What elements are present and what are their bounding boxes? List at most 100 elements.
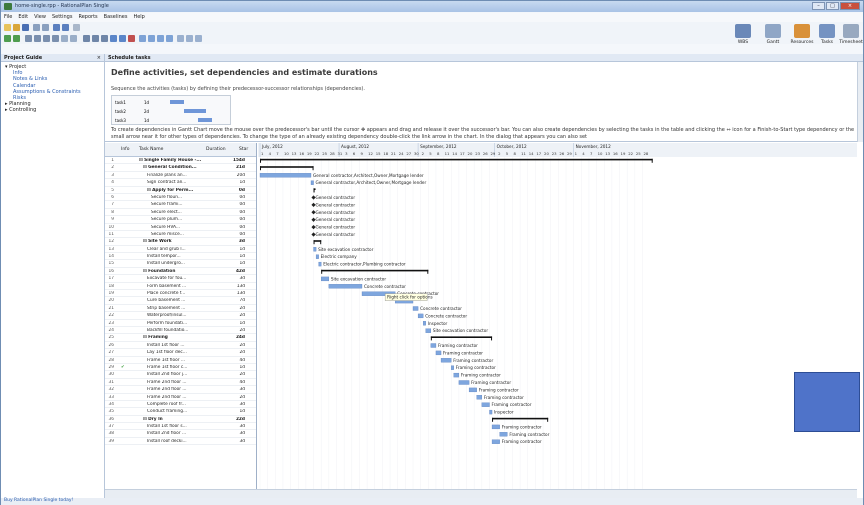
outdent-icon[interactable] xyxy=(13,35,20,42)
task-name-cell[interactable]: ⊟ Single Family House -... xyxy=(139,158,231,163)
export-icon[interactable] xyxy=(73,24,80,31)
task-name-cell[interactable]: Install undergro... xyxy=(139,261,231,266)
table-row[interactable]: 1 ⊟ Single Family House -... 154d xyxy=(105,157,256,165)
col-duration[interactable]: Duration xyxy=(206,147,226,152)
col-task-name[interactable]: Task Name xyxy=(139,147,163,152)
duration-cell[interactable]: 0d xyxy=(231,217,245,222)
task-name-cell[interactable]: Strip basement ... xyxy=(139,306,231,311)
table-row[interactable]: 19 Place concrete f... 13d xyxy=(105,290,256,298)
duration-cell[interactable]: 2d xyxy=(231,350,245,355)
print-icon[interactable] xyxy=(33,24,40,31)
table-row[interactable]: 24 Backfill foundatio... 2d xyxy=(105,327,256,335)
task-name-cell[interactable]: Install 1st floor ... xyxy=(139,343,231,348)
table-row[interactable]: 32 Frame 2nd floor ... 3d xyxy=(105,386,256,394)
duration-cell[interactable]: 7d xyxy=(231,298,245,303)
zoom-out-icon[interactable] xyxy=(148,35,155,42)
duration-cell[interactable]: 1d xyxy=(231,180,245,185)
calendar-icon[interactable] xyxy=(186,35,193,42)
task-name-cell[interactable]: Excavate for fou... xyxy=(139,276,231,281)
task-name-cell[interactable]: ⊟ Framing xyxy=(139,335,231,340)
duration-cell[interactable]: 4d xyxy=(231,358,245,363)
move-up-icon[interactable] xyxy=(43,35,50,42)
duration-cell[interactable]: 0d xyxy=(231,202,245,207)
task-name-cell[interactable]: Install roof decki... xyxy=(139,439,231,444)
task-name-cell[interactable]: Secure frami... xyxy=(139,202,231,207)
task-name-cell[interactable]: Frame 2nd floor ... xyxy=(139,380,231,385)
duration-cell[interactable]: 1d xyxy=(231,409,245,414)
table-row[interactable]: 28 Frame 1st floor ... 4d xyxy=(105,357,256,364)
table-row[interactable]: 17 Excavate for fou... 3d xyxy=(105,275,256,283)
duration-cell[interactable]: 21d xyxy=(231,165,245,170)
task-name-cell[interactable]: Secure floun... xyxy=(139,195,231,200)
table-row[interactable]: 13 Clear and grub l... 1d xyxy=(105,246,256,254)
task-name-cell[interactable]: Form basement ... xyxy=(139,284,231,289)
table-row[interactable]: 33 Frame 2nd floor ... 2d xyxy=(105,394,256,401)
task-name-cell[interactable]: Install 1st floor s... xyxy=(139,424,231,429)
task-name-cell[interactable]: ⊟ General Condition... xyxy=(139,165,231,170)
task-name-cell[interactable]: Secure misce... xyxy=(139,232,231,237)
duration-cell[interactable]: 24d xyxy=(231,335,245,340)
notes-icon[interactable] xyxy=(119,35,126,42)
view-timesheet-button[interactable]: Timesheet xyxy=(838,24,864,52)
table-row[interactable]: 29 Frame 1st floor c... 1d ✔ xyxy=(105,364,256,372)
task-name-cell[interactable]: Cure basement ... xyxy=(139,298,231,303)
task-name-cell[interactable]: Frame 2nd floor ... xyxy=(139,387,231,392)
task-info-icon[interactable] xyxy=(110,35,117,42)
table-row[interactable]: 15 Install undergro... 1d xyxy=(105,260,256,268)
task-name-cell[interactable]: Place concrete f... xyxy=(139,291,231,296)
task-name-cell[interactable]: ⊟ Foundation xyxy=(139,269,231,274)
duration-cell[interactable]: 13d xyxy=(231,284,245,289)
unlink-tasks-icon[interactable] xyxy=(92,35,99,42)
duration-cell[interactable]: 3d xyxy=(231,387,245,392)
move-left-icon[interactable] xyxy=(25,35,32,42)
table-row[interactable]: 6 Secure floun... 0d xyxy=(105,194,256,202)
preview-icon[interactable] xyxy=(42,24,49,31)
task-name-cell[interactable]: Frame 1st floor ... xyxy=(139,358,231,363)
table-row[interactable]: 25 ⊟ Framing 24d xyxy=(105,334,256,342)
table-row[interactable]: 36 ⊟ Dry In 22d xyxy=(105,416,256,424)
table-row[interactable]: 9 Secure plum... 0d xyxy=(105,216,256,224)
task-name-cell[interactable]: Install 2nd floor ... xyxy=(139,431,231,436)
view-resources-button[interactable]: Resources xyxy=(788,24,816,52)
task-name-cell[interactable]: Frame 2nd floor ... xyxy=(139,395,231,400)
table-row[interactable]: 10 Secure HVA... 0d xyxy=(105,224,256,231)
menu-edit[interactable]: Edit xyxy=(15,13,31,22)
new-icon[interactable] xyxy=(4,24,11,31)
table-row[interactable]: 18 Form basement ... 13d xyxy=(105,283,256,291)
duration-cell[interactable]: 1d xyxy=(231,247,245,252)
task-name-cell[interactable]: Secure plum... xyxy=(139,217,231,222)
task-name-cell[interactable]: Backfill foundatio... xyxy=(139,328,231,333)
link-tasks-icon[interactable] xyxy=(83,35,90,42)
maximize-button[interactable]: □ xyxy=(826,2,839,10)
columns-icon[interactable] xyxy=(195,35,202,42)
table-row[interactable]: 16 ⊟ Foundation 42d xyxy=(105,268,256,276)
table-row[interactable]: 30 Install 2nd floor j... 2d xyxy=(105,371,256,379)
filter-icon[interactable] xyxy=(166,35,173,42)
duration-cell[interactable]: 1d xyxy=(231,321,245,326)
view-wbs-button[interactable]: WBS xyxy=(729,24,757,52)
split-task-icon[interactable] xyxy=(101,35,108,42)
duration-cell[interactable]: 2d xyxy=(231,313,245,318)
open-icon[interactable] xyxy=(13,24,20,31)
collapse-icon[interactable] xyxy=(70,35,77,42)
guide-item-controlling[interactable]: ▸ Controlling xyxy=(5,107,100,113)
task-name-cell[interactable]: Install 2nd floor j... xyxy=(139,372,231,377)
table-row[interactable]: 37 Install 1st floor s... 3d xyxy=(105,423,256,431)
menu-reports[interactable]: Reports xyxy=(75,13,100,22)
task-name-cell[interactable]: Install tempor... xyxy=(139,254,231,259)
duration-cell[interactable]: 22d xyxy=(231,417,245,422)
duration-cell[interactable]: 0d xyxy=(231,225,245,230)
table-row[interactable]: 31 Frame 2nd floor ... 4d xyxy=(105,379,256,387)
table-row[interactable]: 3 Finalize plans an... 20d xyxy=(105,172,256,180)
task-name-cell[interactable]: Waterproof/insul... xyxy=(139,313,231,318)
table-row[interactable]: 39 Install roof decki... 3d xyxy=(105,438,256,446)
task-name-cell[interactable]: ⊟ Site Work xyxy=(139,239,231,244)
table-row[interactable]: 26 Install 1st floor ... 2d xyxy=(105,342,256,350)
duration-cell[interactable]: 42d xyxy=(231,269,245,274)
view-tasks-button[interactable]: Tasks xyxy=(816,24,838,52)
task-name-cell[interactable]: Complete roof fr... xyxy=(139,402,231,407)
duration-cell[interactable]: 4d xyxy=(231,380,245,385)
duration-cell[interactable]: 20d xyxy=(231,173,245,178)
indent-icon[interactable] xyxy=(4,35,11,42)
task-name-cell[interactable]: ⊟ Apply for Perm... xyxy=(139,188,231,193)
